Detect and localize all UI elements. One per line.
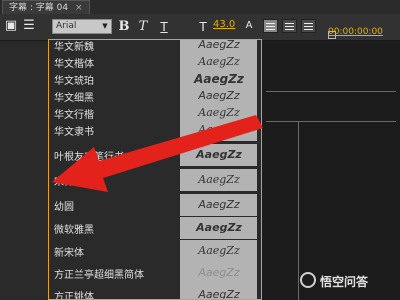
font-item[interactable]: 方正姚体 AaegZz bbox=[49, 284, 261, 299]
font-family-select[interactable]: Arial ▼ bbox=[52, 19, 112, 34]
watermark: 悟空问答 bbox=[300, 270, 396, 290]
font-dropdown-list[interactable]: 华文新魏 AaegZz 华文楷体 AaegZz 华文琥珀 AaegZz 华文细黑… bbox=[48, 39, 262, 300]
font-item[interactable]: 叶根友毛笔行书2.0版 AaegZz bbox=[49, 144, 261, 166]
new-title-icon[interactable]: ▣ bbox=[4, 17, 18, 35]
font-preview: AaegZz bbox=[180, 144, 258, 166]
font-item[interactable]: 幼圆 AaegZz bbox=[49, 194, 261, 216]
font-preview: AaegZz bbox=[180, 284, 258, 299]
title-bar: 字幕 : 字幕 04 × bbox=[0, 0, 400, 14]
font-item[interactable]: 新宋体 AaegZz bbox=[49, 240, 261, 262]
kerning-icon: A bbox=[245, 20, 253, 31]
font-preview: AaegZz bbox=[180, 119, 258, 141]
bold-button[interactable]: B bbox=[118, 18, 130, 36]
font-preview: AaegZz bbox=[180, 194, 258, 216]
chevron-down-icon: ▼ bbox=[102, 22, 108, 30]
font-item[interactable]: 微软雅黑 AaegZz bbox=[49, 217, 261, 239]
titler-window: 字幕 : 字幕 04 × ▣ ☰ Arial ▼ B T T T 43.0 A … bbox=[0, 0, 400, 300]
align-left-button[interactable] bbox=[263, 19, 278, 33]
font-preview: AaegZz bbox=[180, 262, 258, 284]
font-item[interactable]: 宋体 AaegZz bbox=[49, 169, 261, 191]
font-item[interactable]: 方正兰亭超细黑简体 AaegZz bbox=[49, 262, 261, 284]
font-preview: AaegZz bbox=[180, 240, 258, 262]
underline-button[interactable]: T bbox=[158, 18, 170, 36]
font-family-value: Arial bbox=[56, 21, 77, 31]
italic-button[interactable]: T bbox=[137, 18, 149, 36]
font-preview: AaegZz bbox=[180, 217, 258, 239]
tools-panel bbox=[0, 41, 48, 300]
tab-title: 字幕 : 字幕 04 bbox=[9, 3, 69, 13]
font-item[interactable]: 华文隶书 AaegZz bbox=[49, 119, 261, 141]
align-center-button[interactable] bbox=[282, 19, 297, 33]
scrollbar[interactable] bbox=[257, 40, 261, 299]
align-right-button[interactable] bbox=[301, 19, 316, 33]
roll-options-icon[interactable]: ☰ bbox=[22, 17, 36, 35]
font-size-value[interactable]: 43.0 bbox=[213, 19, 235, 30]
font-size-icon: T bbox=[199, 20, 207, 34]
font-preview: AaegZz bbox=[180, 169, 258, 191]
chat-bubble-icon bbox=[300, 272, 316, 288]
safe-area-line bbox=[266, 121, 396, 123]
watermark-text: 悟空问答 bbox=[320, 275, 369, 289]
titler-tab[interactable]: 字幕 : 字幕 04 × bbox=[2, 0, 90, 14]
close-icon[interactable]: × bbox=[75, 3, 83, 13]
safe-area-line bbox=[266, 91, 396, 93]
title-canvas[interactable] bbox=[262, 41, 400, 300]
timecode-value[interactable]: 00:00:00:00 bbox=[328, 27, 383, 37]
